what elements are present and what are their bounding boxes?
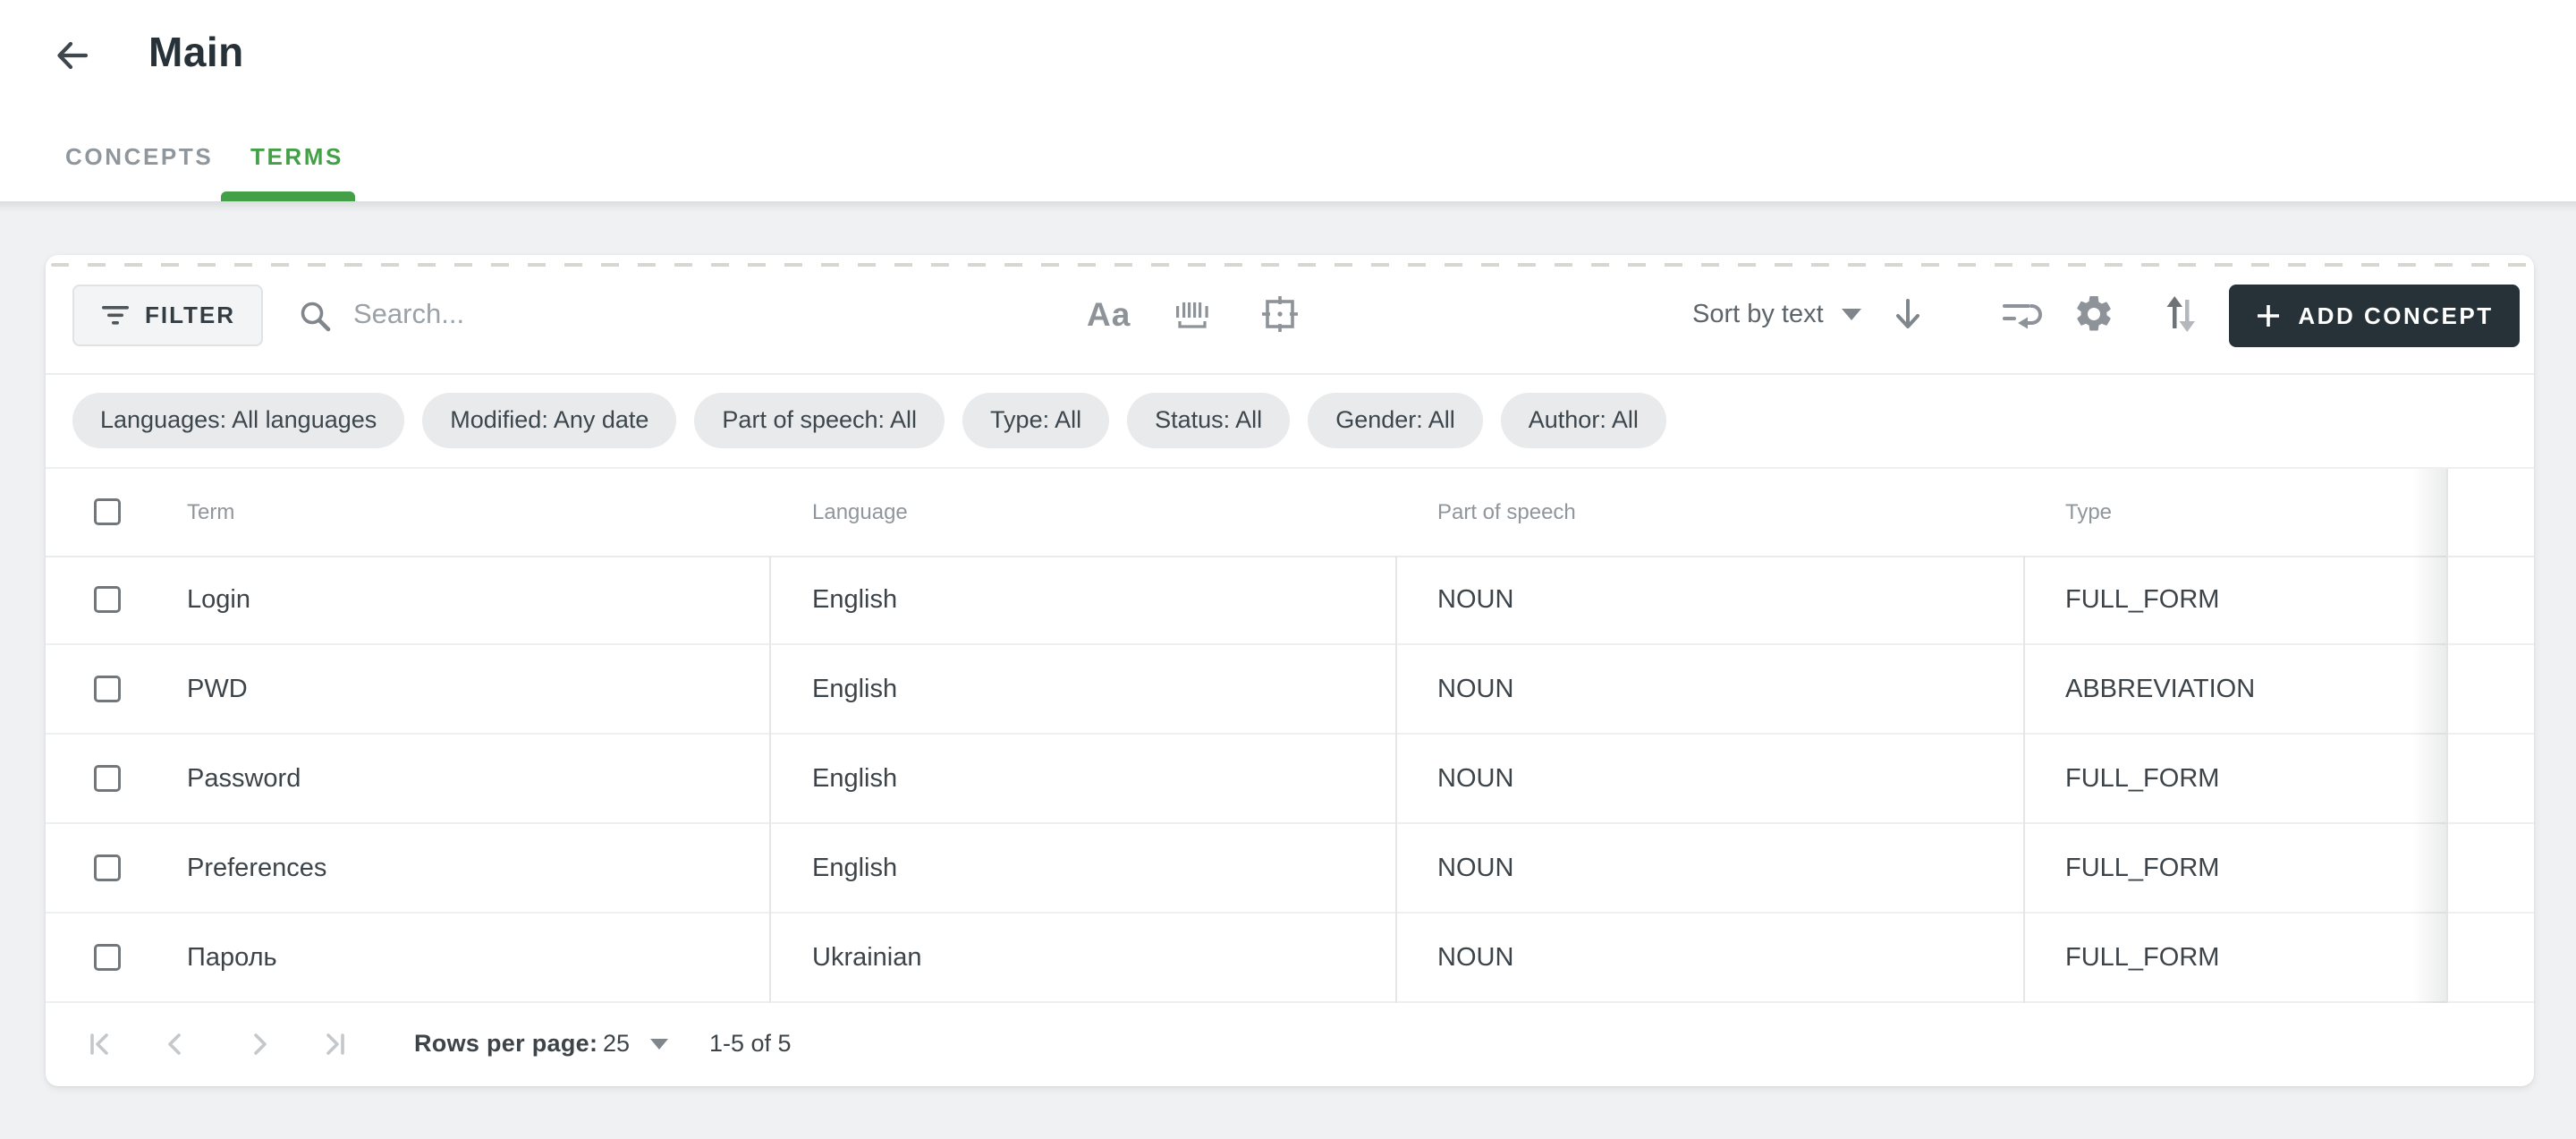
arrow-left-icon — [52, 36, 91, 75]
cell-type: FULL_FORM — [2065, 735, 2219, 822]
terms-panel: FILTER Search... Aa — [46, 255, 2534, 1086]
column-divider — [769, 556, 771, 1003]
table-row[interactable]: Login English NOUN FULL_FORM — [46, 556, 2534, 645]
column-header: Part of speech — [1437, 469, 1576, 556]
column-divider — [2023, 556, 2025, 1003]
table-header: Term Language Part of speech Type — [46, 469, 2534, 557]
row-checkbox[interactable] — [94, 676, 121, 702]
sort-direction-arrow-icon[interactable] — [1890, 296, 1926, 332]
pinned-column-edge — [2446, 469, 2448, 1003]
row-checkbox[interactable] — [94, 586, 121, 613]
cell-term: Пароль — [187, 914, 277, 1001]
filter-icon — [100, 302, 131, 329]
select-all-checkbox[interactable] — [94, 498, 121, 525]
header-shadow — [0, 201, 2576, 212]
filter-chip[interactable]: Modified: Any date — [422, 393, 676, 448]
cell-language: English — [812, 556, 897, 643]
filter-button[interactable]: FILTER — [72, 285, 263, 346]
cell-language: English — [812, 824, 897, 912]
table-row[interactable]: PWD English NOUN ABBREVIATION — [46, 645, 2534, 735]
rows-per-page-caret-icon[interactable] — [650, 1039, 668, 1050]
filter-chip[interactable]: Status: All — [1127, 393, 1290, 448]
column-header: Term — [187, 469, 234, 556]
column-header: Type — [2065, 469, 2112, 556]
cell-term: Password — [187, 735, 301, 822]
cell-language: Ukrainian — [812, 914, 922, 1001]
page-range-label: 1-5 of 5 — [709, 1003, 792, 1084]
swap-vertical-icon[interactable] — [2164, 294, 2198, 334]
cell-type: FULL_FORM — [2065, 824, 2219, 912]
last-page-icon[interactable] — [318, 1028, 350, 1060]
tab-concepts[interactable]: CONCEPTS — [65, 143, 213, 171]
top-header: Main CONCEPTS TERMS — [0, 0, 2576, 201]
column-header: Language — [812, 469, 908, 556]
table-row[interactable]: Preferences English NOUN FULL_FORM — [46, 824, 2534, 914]
filter-chip[interactable]: Gender: All — [1308, 393, 1483, 448]
search-icon — [298, 299, 332, 333]
cell-language: English — [812, 645, 897, 733]
row-checkbox[interactable] — [94, 854, 121, 881]
column-divider — [1395, 556, 1397, 1003]
row-checkbox[interactable] — [94, 944, 121, 971]
cell-term: Preferences — [187, 824, 326, 912]
cell-part-of-speech: NOUN — [1437, 556, 1513, 643]
settings-gear-icon[interactable] — [2072, 293, 2115, 336]
table-body: Login English NOUN FULL_FORM PWD English… — [46, 556, 2534, 1003]
active-tab-indicator — [221, 191, 355, 201]
filter-chip[interactable]: Languages: All languages — [72, 393, 404, 448]
filter-chips: Languages: All languages Modified: Any da… — [72, 373, 1666, 467]
table-row[interactable]: Password English NOUN FULL_FORM — [46, 735, 2534, 824]
add-concept-label: ADD CONCEPT — [2298, 302, 2493, 330]
cell-term: PWD — [187, 645, 248, 733]
table-toolbar: FILTER Search... Aa — [46, 255, 2534, 375]
previous-page-icon[interactable] — [159, 1028, 191, 1060]
rows-per-page-value[interactable]: 25 — [603, 1003, 630, 1084]
cell-term: Login — [187, 556, 250, 643]
wrap-lines-icon[interactable] — [2001, 298, 2042, 334]
barcode-search-icon[interactable] — [1173, 296, 1212, 332]
rows-per-page-label: Rows per page: — [414, 1003, 597, 1084]
table-row[interactable]: Пароль Ukrainian NOUN FULL_FORM — [46, 914, 2534, 1003]
tab-terms[interactable]: TERMS — [250, 143, 343, 171]
add-concept-button[interactable]: ADD CONCEPT — [2229, 285, 2520, 347]
cell-type: ABBREVIATION — [2065, 645, 2255, 733]
pagination-bar: Rows per page: 25 1-5 of 5 — [46, 1003, 2534, 1084]
page-title: Main — [148, 27, 244, 77]
first-page-icon[interactable] — [85, 1028, 117, 1060]
sort-by-dropdown[interactable]: Sort by text — [1692, 255, 1824, 373]
row-checkbox[interactable] — [94, 765, 121, 792]
cell-type: FULL_FORM — [2065, 914, 2219, 1001]
filter-button-label: FILTER — [145, 302, 235, 329]
search-input[interactable]: Search... — [353, 255, 801, 373]
cell-language: English — [812, 735, 897, 822]
cell-part-of-speech: NOUN — [1437, 824, 1513, 912]
cell-part-of-speech: NOUN — [1437, 914, 1513, 1001]
crosshair-frame-icon[interactable] — [1258, 293, 1301, 336]
filter-chip[interactable]: Author: All — [1501, 393, 1666, 448]
filter-chip[interactable]: Type: All — [962, 393, 1109, 448]
next-page-icon[interactable] — [243, 1028, 275, 1060]
cell-part-of-speech: NOUN — [1437, 735, 1513, 822]
filter-chip[interactable]: Part of speech: All — [694, 393, 945, 448]
cell-part-of-speech: NOUN — [1437, 645, 1513, 733]
back-button[interactable] — [52, 36, 91, 75]
plus-icon — [2255, 302, 2282, 329]
pinned-column-shadow — [2412, 469, 2446, 1003]
match-case-icon[interactable]: Aa — [1087, 296, 1131, 334]
sort-caret-icon[interactable] — [1842, 309, 1861, 320]
cell-type: FULL_FORM — [2065, 556, 2219, 643]
